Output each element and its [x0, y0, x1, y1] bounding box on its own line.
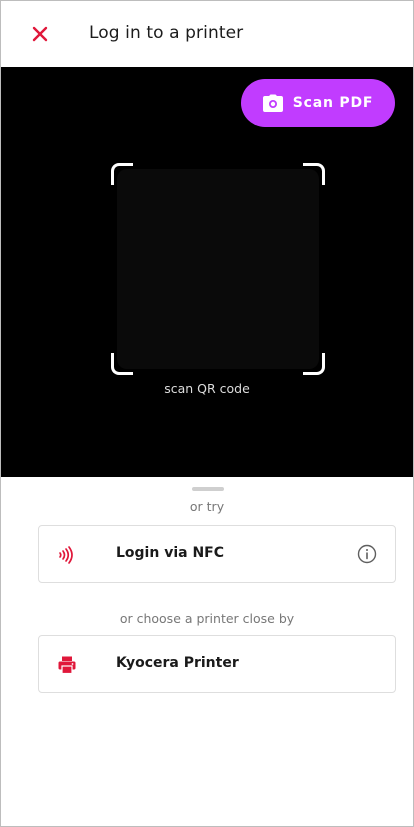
scan-pdf-label: Scan PDF	[292, 95, 374, 111]
frame-corner-bottom-left	[111, 353, 133, 375]
frame-corner-top-left	[111, 163, 133, 185]
choose-printer-label: or choose a printer close by	[119, 611, 295, 626]
printer-label: Kyocera Printer	[116, 655, 239, 671]
nfc-label: Login via NFC	[116, 545, 225, 561]
camera-icon	[262, 94, 283, 112]
frame-corner-bottom-right	[303, 353, 325, 375]
qr-scan-frame	[111, 163, 325, 375]
page-title: Log in to a printer	[89, 23, 244, 43]
qr-scan-area	[117, 169, 319, 369]
sheet-drag-handle[interactable]	[192, 487, 224, 491]
qr-caption: scan QR code	[164, 381, 250, 396]
printer-item-kyocera[interactable]: Kyocera Printer	[38, 635, 396, 693]
or-try-label: or try	[189, 499, 225, 514]
nfc-icon	[57, 545, 77, 565]
frame-corner-top-right	[303, 163, 325, 185]
scan-pdf-button[interactable]: Scan PDF	[241, 79, 395, 127]
login-nfc-button[interactable]: Login via NFC	[38, 525, 396, 583]
header: Log in to a printer	[1, 1, 413, 67]
bottom-sheet: or try Login via NFC or choose a printer…	[1, 477, 413, 826]
printer-icon	[57, 655, 77, 675]
app-screen: Log in to a printer Scan PDF scan QR cod…	[0, 0, 414, 827]
camera-preview: Scan PDF scan QR code	[1, 67, 413, 477]
close-icon[interactable]	[29, 23, 51, 45]
info-icon[interactable]	[357, 544, 377, 564]
